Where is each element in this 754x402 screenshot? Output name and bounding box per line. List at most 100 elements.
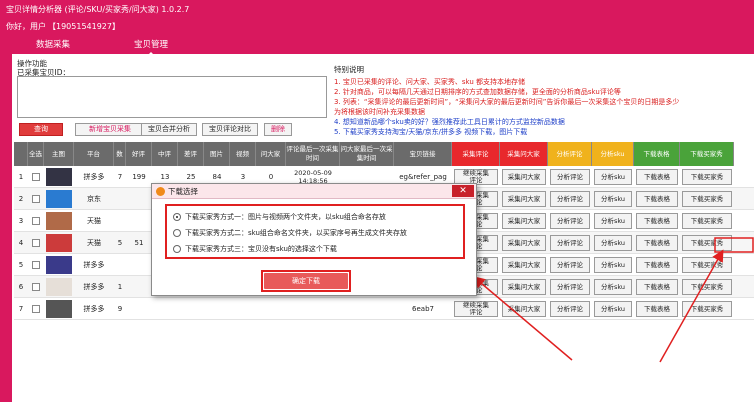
product-thumbnail	[46, 256, 72, 274]
table-cell: 拼多多	[83, 305, 105, 313]
collect-ask-button[interactable]: 采集问大家	[502, 301, 546, 317]
analyze-comments-button[interactable]: 分析评论	[550, 257, 590, 273]
product-thumbnail	[46, 300, 72, 318]
app-window: 宝贝详情分析器 (评论/SKU/买家秀/问大家) 1.0.2.7 你好，用户 【1…	[0, 0, 754, 402]
product-thumbnail	[46, 212, 72, 230]
download-table-button[interactable]: 下载表格	[636, 191, 678, 207]
row-checkbox[interactable]	[32, 239, 40, 247]
collect-ask-button[interactable]: 采集问大家	[502, 279, 546, 295]
download-buyer-show-button[interactable]: 下载买家秀	[682, 191, 732, 207]
tab-item-manage[interactable]: 宝贝管理	[134, 38, 168, 56]
download-table-button[interactable]: 下载表格	[636, 257, 678, 273]
download-options-group: 下载买家秀方式一：图片与视频两个文件夹，以sku组合命名存放 下载买家秀方式二：…	[165, 204, 465, 259]
user-phone: 【19051541927】	[48, 22, 120, 31]
collect-ask-button[interactable]: 采集问大家	[502, 213, 546, 229]
table-cell: 2	[18, 195, 24, 203]
tab-bar: 数据采集 宝贝管理	[0, 34, 754, 56]
radio-option-3[interactable]	[173, 245, 181, 253]
note-line-3b: 为将根据该时间补充采集数据	[334, 108, 425, 116]
product-thumbnail	[46, 234, 72, 252]
analyze-sku-button[interactable]: 分析sku	[594, 191, 632, 207]
table-cell: 拼多多	[83, 173, 105, 181]
note-line-3: 3. 列表：“采集评论的最后更新时间”，“采集问大家的最后更新时间”告诉你最后一…	[334, 98, 680, 106]
download-table-button[interactable]: 下载表格	[636, 169, 678, 185]
analyze-comments-button[interactable]: 分析评论	[550, 213, 590, 229]
collect-ask-button[interactable]: 采集问大家	[502, 235, 546, 251]
row-checkbox[interactable]	[32, 261, 40, 269]
product-thumbnail	[46, 190, 72, 208]
analyze-sku-button[interactable]: 分析sku	[594, 257, 632, 273]
analyze-comments-button[interactable]: 分析评论	[550, 235, 590, 251]
download-choice-dialog: 下载选择 ✕ 下载买家秀方式一：图片与视频两个文件夹，以sku组合命名存放 下载…	[151, 183, 477, 296]
download-buyer-show-button[interactable]: 下载买家秀	[682, 169, 732, 185]
table-cell: 天猫	[87, 217, 101, 225]
column-header: 好评	[126, 142, 152, 166]
analyze-comments-button[interactable]: 分析评论	[550, 301, 590, 317]
collect-ask-button[interactable]: 采集问大家	[502, 257, 546, 273]
column-header: 主图	[44, 142, 74, 166]
merge-analyze-button[interactable]: 宝贝合并分析	[141, 123, 197, 136]
table-cell	[256, 298, 286, 320]
row-checkbox[interactable]	[32, 283, 40, 291]
table-cell	[178, 298, 204, 320]
table-cell: 拼多多	[83, 283, 105, 291]
column-header	[14, 142, 28, 166]
query-button[interactable]: 查询	[19, 123, 63, 136]
dialog-close-button[interactable]: ✕	[452, 185, 474, 197]
download-table-button[interactable]: 下载表格	[636, 235, 678, 251]
download-buyer-show-button[interactable]: 下载买家秀	[682, 213, 732, 229]
download-table-button[interactable]: 下载表格	[636, 279, 678, 295]
analyze-sku-button[interactable]: 分析sku	[594, 279, 632, 295]
collect-ask-button[interactable]: 采集问大家	[502, 191, 546, 207]
continue-collect-comments-button[interactable]: 继续采集 评论	[454, 301, 498, 317]
download-table-button[interactable]: 下载表格	[636, 301, 678, 317]
column-header: 采集评论	[452, 142, 500, 166]
download-buyer-show-button[interactable]: 下载买家秀	[682, 301, 732, 317]
column-header[interactable]: 全选	[28, 142, 44, 166]
table-cell	[114, 188, 126, 210]
table-cell: 5	[18, 261, 24, 269]
compare-comments-button[interactable]: 宝贝评论对比	[202, 123, 258, 136]
analyze-sku-button[interactable]: 分析sku	[594, 235, 632, 251]
download-buyer-show-button[interactable]: 下载买家秀	[682, 235, 732, 251]
collect-ask-button[interactable]: 采集问大家	[502, 169, 546, 185]
option-2-label: 下载买家秀方式二：sku组合命名文件夹，以买家序号再生成文件夹存放	[185, 229, 407, 237]
table-cell	[126, 254, 152, 276]
analyze-comments-button[interactable]: 分析评论	[550, 169, 590, 185]
dialog-title-bar: 下载选择 ✕	[152, 184, 476, 199]
row-checkbox[interactable]	[32, 195, 40, 203]
dialog-title: 下载选择	[168, 187, 198, 196]
delete-button[interactable]: 删除	[264, 123, 292, 136]
table-cell: 天猫	[87, 239, 101, 247]
collected-id-textarea[interactable]	[17, 76, 327, 118]
analyze-comments-button[interactable]: 分析评论	[550, 191, 590, 207]
confirm-download-button[interactable]: 确定下载	[264, 273, 348, 289]
add-item-collect-button[interactable]: 新增宝贝采集	[75, 123, 145, 136]
product-thumbnail	[46, 168, 72, 186]
row-checkbox[interactable]	[32, 173, 40, 181]
note-line-2: 2. 针对商品，可以每隔几天通过日期排序的方式查加数据存储，更全面的分析商品sk…	[334, 88, 621, 96]
table-cell	[126, 298, 152, 320]
row-checkbox[interactable]	[32, 217, 40, 225]
column-header: 视频	[230, 142, 256, 166]
radio-option-1[interactable]	[173, 213, 181, 221]
tab-data-collect[interactable]: 数据采集	[36, 38, 70, 50]
table-cell: 5	[117, 239, 123, 247]
notes-panel: 特别说明 1. 宝贝已采集的评论、问大家、买家秀、sku 都支持本地存储 2. …	[334, 64, 754, 137]
analyze-comments-button[interactable]: 分析评论	[550, 279, 590, 295]
column-header: 分析sku	[592, 142, 634, 166]
analyze-sku-button[interactable]: 分析sku	[594, 301, 632, 317]
row-checkbox[interactable]	[32, 305, 40, 313]
app-title: 宝贝详情分析器 (评论/SKU/买家秀/问大家) 1.0.2.7	[6, 5, 190, 14]
option-1-label: 下载买家秀方式一：图片与视频两个文件夹，以sku组合命名存放	[185, 213, 386, 221]
download-buyer-show-button[interactable]: 下载买家秀	[682, 257, 732, 273]
download-buyer-show-button[interactable]: 下载买家秀	[682, 279, 732, 295]
table-cell	[126, 188, 152, 210]
radio-option-2[interactable]	[173, 229, 181, 237]
gear-icon	[156, 187, 165, 196]
analyze-sku-button[interactable]: 分析sku	[594, 169, 632, 185]
table-cell: 3	[18, 217, 24, 225]
analyze-sku-button[interactable]: 分析sku	[594, 213, 632, 229]
option-3-label: 下载买家秀方式三：宝贝没有sku的选择这个下载	[185, 245, 337, 253]
download-table-button[interactable]: 下载表格	[636, 213, 678, 229]
